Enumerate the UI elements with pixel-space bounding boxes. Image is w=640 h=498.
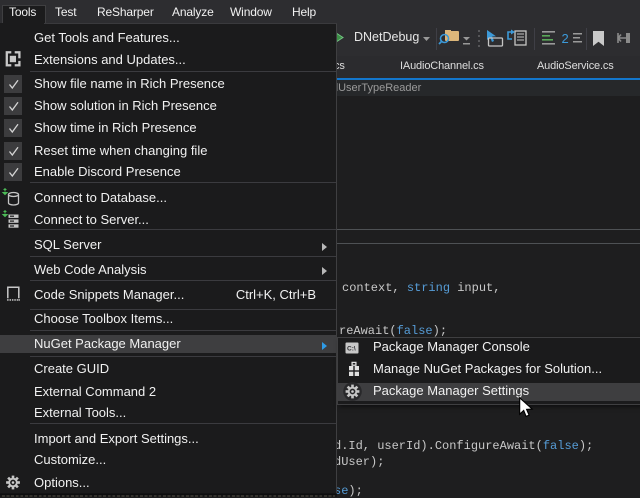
svg-text:2: 2: [562, 31, 569, 46]
svg-text:C:\: C:\: [347, 346, 356, 353]
